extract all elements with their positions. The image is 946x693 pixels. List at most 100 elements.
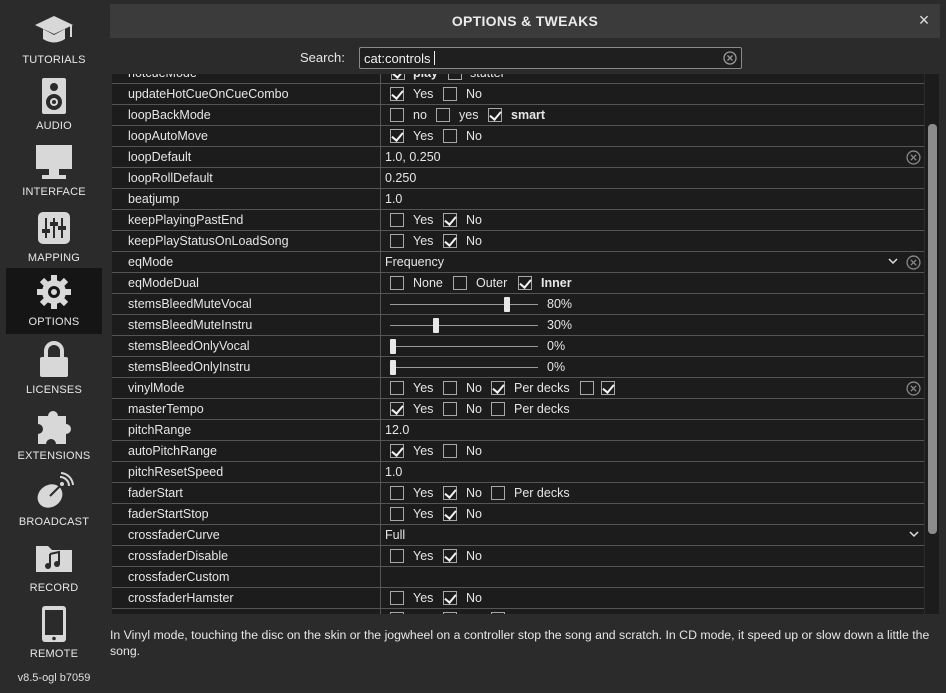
checkbox[interactable] xyxy=(491,402,505,416)
checkbox[interactable] xyxy=(390,87,404,101)
value-text: 1.0 xyxy=(385,192,403,206)
checkbox[interactable] xyxy=(443,591,457,605)
option-value-field[interactable]: 1.0 xyxy=(382,462,924,483)
option-value-field[interactable]: 1.0 xyxy=(382,189,924,210)
text-cursor xyxy=(434,51,436,65)
option-slider[interactable]: 0% xyxy=(382,336,924,357)
checkbox[interactable] xyxy=(443,234,457,248)
search-input[interactable]: cat:controls xyxy=(359,47,742,69)
chevron-down-icon[interactable] xyxy=(886,254,900,268)
option-name: pitchResetSpeed xyxy=(112,462,381,483)
dropdown-value: Frequency xyxy=(385,255,445,269)
sidebar-item-options[interactable]: OPTIONS xyxy=(6,268,102,334)
option-slider[interactable]: 0% xyxy=(382,357,924,378)
checkbox[interactable] xyxy=(443,213,457,227)
choice-label: Yes xyxy=(413,507,434,521)
table-row: loopDefault 1.0, 0.250 xyxy=(112,147,924,168)
checkbox[interactable] xyxy=(390,549,404,563)
sidebar-item-mapping[interactable]: MAPPING xyxy=(6,204,102,270)
choice-label: Yes xyxy=(413,381,434,395)
sidebar-item-broadcast[interactable]: BROADCAST xyxy=(6,468,102,534)
checkbox[interactable] xyxy=(390,591,404,605)
checkbox[interactable] xyxy=(443,486,457,500)
checkbox[interactable] xyxy=(491,486,505,500)
option-value-field[interactable]: 0.250 xyxy=(382,168,924,189)
option-value-field[interactable]: 12.0 xyxy=(382,420,924,441)
checkbox[interactable] xyxy=(488,108,502,122)
deck-checkbox[interactable] xyxy=(601,381,615,395)
option-dropdown[interactable]: Frequency xyxy=(382,252,924,273)
checkbox[interactable] xyxy=(390,402,404,416)
option-value: Yes No Per decks xyxy=(382,378,924,399)
slider-thumb[interactable] xyxy=(503,297,510,312)
option-name: loopDefault xyxy=(112,147,381,168)
close-button[interactable]: × xyxy=(914,10,934,30)
checkbox[interactable] xyxy=(390,612,404,614)
reset-icon[interactable] xyxy=(906,255,921,275)
option-value-field[interactable] xyxy=(382,567,924,588)
slider-track[interactable] xyxy=(390,367,538,368)
checkbox[interactable] xyxy=(453,276,467,290)
slider-thumb[interactable] xyxy=(390,360,396,375)
table-row: updateHotCueOnCueCombo Yes No xyxy=(112,84,924,105)
checkbox[interactable] xyxy=(390,129,404,143)
checkbox[interactable] xyxy=(443,507,457,521)
checkbox[interactable] xyxy=(390,507,404,521)
reset-icon[interactable] xyxy=(906,150,921,170)
sidebar-item-interface[interactable]: INTERFACE xyxy=(6,138,102,204)
deck-checkbox[interactable] xyxy=(580,381,594,395)
slider-track[interactable] xyxy=(390,325,538,326)
checkbox[interactable] xyxy=(443,444,457,458)
option-value-field[interactable]: 1.0, 0.250 xyxy=(382,147,924,168)
checkbox[interactable] xyxy=(443,612,457,614)
option-slider[interactable]: 80% xyxy=(382,294,924,315)
scrollbar-thumb[interactable] xyxy=(928,124,937,534)
checkbox[interactable] xyxy=(443,381,457,395)
sidebar-item-label: RECORD xyxy=(29,582,79,594)
table-row: stemsBleedMuteInstru 30% xyxy=(112,315,924,336)
checkbox[interactable] xyxy=(518,276,532,290)
checkbox[interactable] xyxy=(491,381,505,395)
checkbox[interactable] xyxy=(390,486,404,500)
sidebar-item-extensions[interactable]: EXTENSIONS xyxy=(6,402,102,468)
checkbox[interactable] xyxy=(443,87,457,101)
checkbox[interactable] xyxy=(390,276,404,290)
checkbox[interactable] xyxy=(436,108,450,122)
checkbox[interactable] xyxy=(390,108,404,122)
checkbox[interactable] xyxy=(390,213,404,227)
reset-icon[interactable] xyxy=(906,381,921,401)
checkbox[interactable] xyxy=(390,444,404,458)
sidebar-item-tutorials[interactable]: TUTORIALS xyxy=(6,6,102,72)
sidebar-item-remote[interactable]: REMOTE xyxy=(6,600,102,666)
choice-label: stutter xyxy=(470,74,505,80)
slider-thumb[interactable] xyxy=(432,318,439,333)
sidebar-item-record[interactable]: RECORD xyxy=(6,534,102,600)
slider-track[interactable] xyxy=(390,346,538,347)
options-title-bar: OPTIONS & TWEAKS × xyxy=(110,4,940,38)
page-title: OPTIONS & TWEAKS xyxy=(451,13,599,29)
sidebar-item-licenses[interactable]: LICENSES xyxy=(6,336,102,402)
chevron-down-icon[interactable] xyxy=(907,527,921,541)
checkbox[interactable] xyxy=(491,612,505,614)
checkbox[interactable] xyxy=(443,549,457,563)
slider-track[interactable] xyxy=(390,304,538,305)
dropdown-value: Full xyxy=(385,528,406,542)
checkbox[interactable] xyxy=(443,129,457,143)
slider-thumb[interactable] xyxy=(390,339,396,354)
option-name: loopBackMode xyxy=(112,105,381,126)
option-value: Yes No xyxy=(382,210,924,231)
clear-search-icon[interactable] xyxy=(723,51,737,70)
sidebar-item-audio[interactable]: AUDIO xyxy=(6,72,102,138)
vertical-scrollbar[interactable] xyxy=(925,74,939,614)
checkbox[interactable] xyxy=(391,74,405,80)
table-row: hotcueMode play stutter xyxy=(112,74,924,84)
music-folder-icon xyxy=(6,538,102,578)
option-name: crossfaderCurve xyxy=(112,525,381,546)
checkbox[interactable] xyxy=(390,381,404,395)
checkbox[interactable] xyxy=(443,402,457,416)
option-dropdown[interactable]: Full xyxy=(382,525,924,546)
checkbox[interactable] xyxy=(448,74,462,80)
option-slider[interactable]: 30% xyxy=(382,315,924,336)
option-name: loopRollDefault xyxy=(112,168,381,189)
checkbox[interactable] xyxy=(390,234,404,248)
